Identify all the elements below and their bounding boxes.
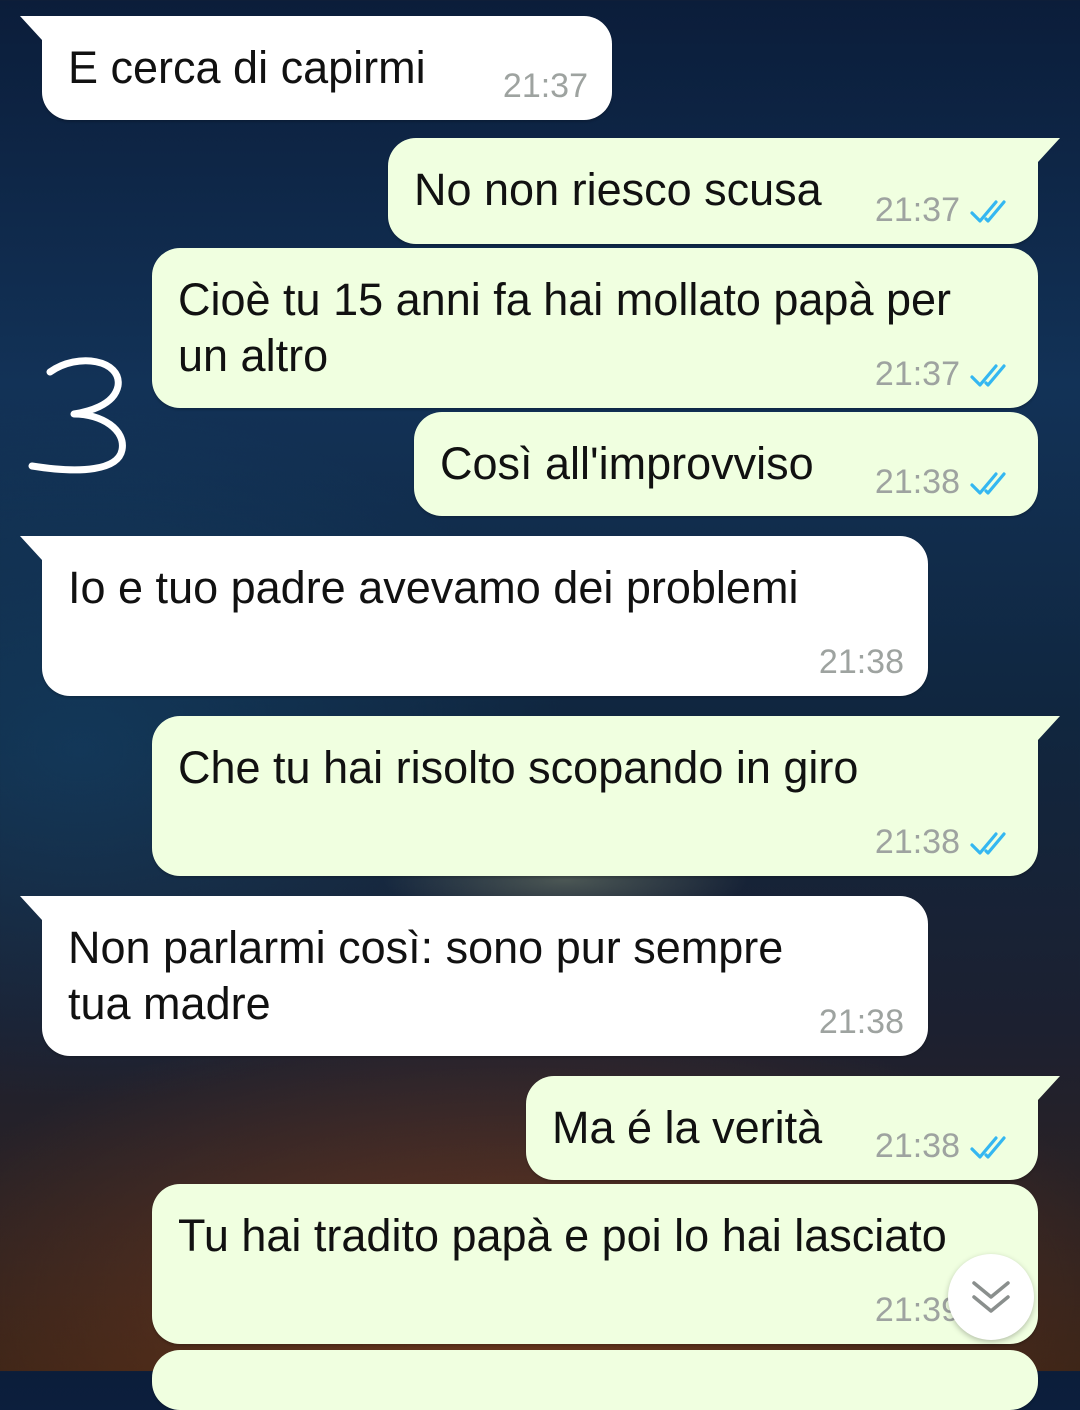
message-incoming[interactable]: Io e tuo padre avevamo dei problemi 21:3…: [20, 536, 928, 696]
message-time: 21:38: [818, 643, 904, 681]
double-check-icon: [970, 199, 1006, 223]
message-time: 21:38: [874, 463, 960, 501]
message-meta: 21:38: [819, 643, 904, 682]
message-meta: 21:37: [875, 355, 1014, 394]
message-meta: 21:37: [875, 191, 1014, 230]
message-outgoing[interactable]: Così all'improvviso 21:38: [414, 412, 1038, 516]
message-outgoing[interactable]: Ma é la verità 21:38: [526, 1076, 1060, 1180]
message-text: Non parlarmi così: sono pur sempre tua m…: [68, 922, 796, 1029]
message-outgoing-partial[interactable]: [152, 1350, 1038, 1410]
message-time: 21:38: [818, 1003, 904, 1041]
bubble-tail: [1038, 716, 1060, 740]
message-text: Tu hai tradito papà e poi lo hai lasciat…: [178, 1210, 947, 1261]
message-meta: 21:38: [875, 1127, 1014, 1166]
message-incoming[interactable]: E cerca di capirmi 21:37: [20, 16, 612, 120]
double-check-icon: [970, 471, 1006, 495]
bubble-tail: [1038, 1076, 1060, 1100]
bubble-tail: [20, 536, 42, 560]
message-outgoing[interactable]: No non riesco scusa 21:37: [388, 138, 1060, 244]
bubble-tail: [20, 896, 42, 920]
message-text: Io e tuo padre avevamo dei problemi: [68, 562, 799, 613]
message-incoming[interactable]: Non parlarmi così: sono pur sempre tua m…: [20, 896, 928, 1056]
message-text: Che tu hai risolto scopando in giro: [178, 742, 859, 793]
message-time: 21:37: [874, 355, 960, 393]
message-meta: 21:38: [819, 1003, 904, 1042]
double-check-icon: [970, 363, 1006, 387]
message-time: 21:38: [874, 1127, 960, 1165]
bubble-tail: [1038, 138, 1060, 162]
double-chevron-down-icon: [972, 1281, 1010, 1313]
message-time: 21:37: [502, 67, 588, 105]
message-meta: 21:38: [875, 463, 1014, 502]
message-meta: 21:37: [503, 67, 588, 106]
scroll-down-button[interactable]: [948, 1254, 1034, 1340]
handwritten-annotation: [28, 357, 126, 474]
message-outgoing[interactable]: Che tu hai risolto scopando in giro 21:3…: [152, 716, 1060, 876]
double-check-icon: [970, 831, 1006, 855]
message-outgoing[interactable]: Cioè tu 15 anni fa hai mollato papà per …: [152, 248, 1038, 408]
bubble-tail: [20, 16, 42, 40]
message-time: 21:38: [874, 823, 960, 861]
chat-area[interactable]: E cerca di capirmi 21:37 No non riesco s…: [0, 0, 1080, 1410]
double-check-icon: [970, 1135, 1006, 1159]
message-outgoing[interactable]: Tu hai tradito papà e poi lo hai lasciat…: [152, 1184, 1038, 1344]
message-time: 21:37: [874, 191, 960, 229]
message-meta: 21:38: [875, 823, 1014, 862]
